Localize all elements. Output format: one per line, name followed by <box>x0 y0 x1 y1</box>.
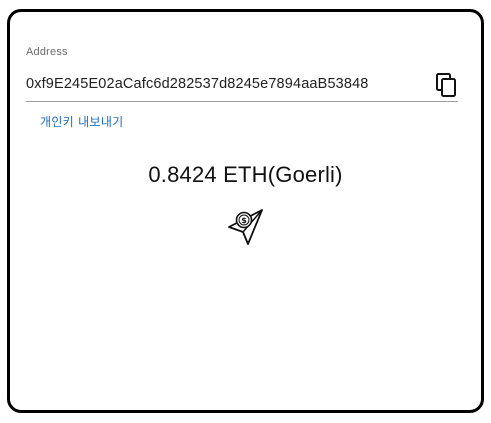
copy-address-button[interactable] <box>434 72 458 98</box>
copy-icon <box>436 73 456 97</box>
address-value[interactable]: 0xf9E245E02aCafc6d282537d8245e7894aaB538… <box>26 76 369 92</box>
address-field: 0xf9E245E02aCafc6d282537d8245e7894aaB538… <box>26 64 458 102</box>
send-coin-plane-icon: $ <box>228 209 263 245</box>
send-button[interactable]: $ <box>226 207 266 247</box>
export-private-key-link[interactable]: 개인키 내보내기 <box>40 113 124 130</box>
address-label: Address <box>26 46 68 58</box>
balance-display: 0.8424 ETH(Goerli) <box>148 162 343 187</box>
svg-text:$: $ <box>241 216 247 225</box>
